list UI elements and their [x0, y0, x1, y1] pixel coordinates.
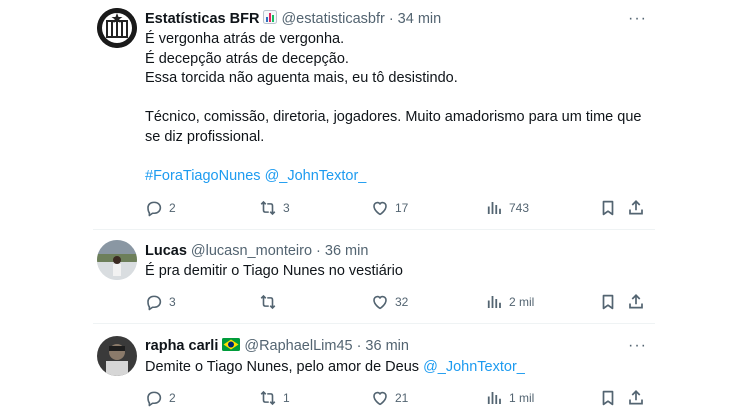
retweet-count: 3	[283, 201, 290, 215]
display-name[interactable]: rapha carli	[145, 338, 218, 354]
tweet-line: se diz profissional.	[145, 128, 265, 145]
reply-count: 2	[169, 391, 176, 405]
share-button[interactable]	[627, 198, 645, 218]
tweet-header: rapha carli @RaphaelLim45 · 36 min	[145, 336, 409, 356]
reply-count: 2	[169, 201, 176, 215]
like-button[interactable]: 21	[371, 388, 408, 408]
tweet-header: Estatísticas BFR @estatisticasbfr · 34 m…	[145, 9, 441, 29]
separator-dot: ·	[356, 338, 362, 354]
tweet-header: Lucas @lucasn_monteiro · 36 min	[145, 241, 368, 261]
timestamp[interactable]: 34 min	[398, 11, 442, 27]
tweet-line: Técnico, comissão, diretoria, jogadores.…	[145, 109, 642, 125]
share-button[interactable]	[627, 292, 645, 312]
reply-icon	[145, 293, 163, 311]
views-icon	[485, 293, 503, 311]
share-icon	[627, 389, 645, 407]
retweet-button[interactable]	[259, 292, 283, 312]
botafogo-logo-icon	[97, 8, 137, 48]
heart-icon	[371, 293, 389, 311]
retweet-icon	[259, 199, 277, 217]
user-handle[interactable]: @lucasn_monteiro	[191, 243, 312, 259]
views-count: 2 mil	[509, 295, 535, 309]
user-photo-icon	[97, 336, 137, 376]
views-count: 743	[509, 201, 530, 215]
avatar[interactable]	[97, 8, 137, 48]
bookmark-icon	[599, 199, 617, 217]
bookmark-icon	[599, 389, 617, 407]
tweet-text: Demite o Tiago Nunes, pelo amor de Deus …	[145, 358, 645, 378]
views-button[interactable]: 743	[485, 198, 529, 218]
tweet-text: É vergonha atrás de vergonha. É decepção…	[145, 30, 645, 186]
mention-link[interactable]: @_JohnTextor_	[265, 168, 367, 184]
retweet-icon	[259, 293, 277, 311]
hashtag-link[interactable]: #ForaTiagoNunes	[145, 168, 261, 184]
views-count: 1 mil	[509, 391, 535, 405]
like-count: 32	[395, 295, 409, 309]
like-button[interactable]: 32	[371, 292, 408, 312]
share-icon	[627, 293, 645, 311]
tweet-links: #ForaTiagoNunes @_JohnTextor_	[145, 167, 645, 187]
reply-icon	[145, 199, 163, 217]
tweet-line: É vergonha atrás de vergonha.	[145, 31, 345, 47]
bookmark-icon	[599, 293, 617, 311]
views-icon	[485, 199, 503, 217]
tweet-line: Essa torcida não aguenta mais, eu tô des…	[145, 70, 458, 86]
reply-button[interactable]: 2	[145, 198, 176, 218]
like-count: 21	[395, 391, 409, 405]
reply-count: 3	[169, 295, 176, 309]
separator-dot: ·	[388, 11, 394, 27]
tweet-rapha[interactable]: rapha carli @RaphaelLim45 · 36 min ··· D…	[93, 324, 655, 416]
user-handle[interactable]: @RaphaelLim45	[244, 338, 352, 354]
more-options-icon[interactable]: ···	[628, 11, 647, 27]
mention-link[interactable]: @_JohnTextor_	[423, 359, 525, 375]
heart-icon	[371, 389, 389, 407]
display-name[interactable]: Lucas	[145, 243, 187, 259]
tweet-actions: 2 3 17 743	[145, 198, 645, 218]
more-options-icon[interactable]: ···	[628, 338, 647, 354]
tweet-actions: 3 32 2 mil	[145, 292, 645, 312]
reply-button[interactable]: 2	[145, 388, 176, 408]
user-photo-icon	[97, 240, 137, 280]
timestamp[interactable]: 36 min	[365, 338, 409, 354]
retweet-count: 1	[283, 391, 290, 405]
tweet-text: É pra demitir o Tiago Nunes no vestiário	[145, 263, 403, 279]
bookmark-button[interactable]	[599, 198, 617, 218]
heart-icon	[371, 199, 389, 217]
avatar[interactable]	[97, 336, 137, 376]
tweet-estatisticas[interactable]: Estatísticas BFR @estatisticasbfr · 34 m…	[93, 0, 655, 230]
brazil-flag-icon	[222, 337, 241, 355]
retweet-button[interactable]: 3	[259, 198, 290, 218]
bar-chart-emoji-icon	[263, 10, 277, 28]
tweet-actions: 2 1 21 1 mil	[145, 388, 645, 408]
like-count: 17	[395, 201, 409, 215]
retweet-icon	[259, 389, 277, 407]
views-button[interactable]: 2 mil	[485, 292, 534, 312]
timestamp[interactable]: 36 min	[325, 243, 369, 259]
bookmark-button[interactable]	[599, 388, 617, 408]
tweet-line: Demite o Tiago Nunes, pelo amor de Deus	[145, 359, 420, 375]
tweet-line: É decepção atrás de decepção.	[145, 50, 349, 67]
views-icon	[485, 389, 503, 407]
avatar[interactable]	[97, 240, 137, 280]
like-button[interactable]: 17	[371, 198, 408, 218]
reply-icon	[145, 389, 163, 407]
tweet-lucas[interactable]: Lucas @lucasn_monteiro · 36 min É pra de…	[93, 230, 655, 324]
views-button[interactable]: 1 mil	[485, 388, 534, 408]
retweet-button[interactable]: 1	[259, 388, 290, 408]
reply-button[interactable]: 3	[145, 292, 176, 312]
share-icon	[627, 199, 645, 217]
share-button[interactable]	[627, 388, 645, 408]
separator-dot: ·	[316, 243, 321, 259]
bookmark-button[interactable]	[599, 292, 617, 312]
display-name[interactable]: Estatísticas BFR	[145, 11, 259, 27]
user-handle[interactable]: @estatisticasbfr	[281, 11, 384, 27]
